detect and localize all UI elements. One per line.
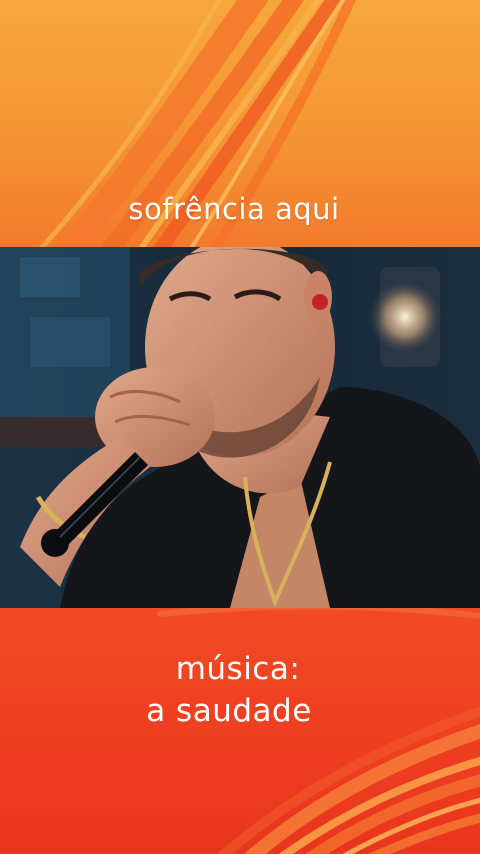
bottom-caption: música: a saudade bbox=[0, 648, 470, 732]
bottom-banner: música: a saudade bbox=[0, 608, 480, 854]
singer-with-microphone-image bbox=[0, 247, 480, 608]
story-screen: sofrência aqui música: a saudade bbox=[0, 0, 480, 854]
top-caption: sofrência aqui bbox=[128, 192, 340, 226]
song-title: a saudade bbox=[146, 693, 312, 729]
top-banner: sofrência aqui bbox=[0, 0, 480, 247]
song-label: música: bbox=[175, 651, 301, 687]
video-frame[interactable] bbox=[0, 247, 480, 608]
